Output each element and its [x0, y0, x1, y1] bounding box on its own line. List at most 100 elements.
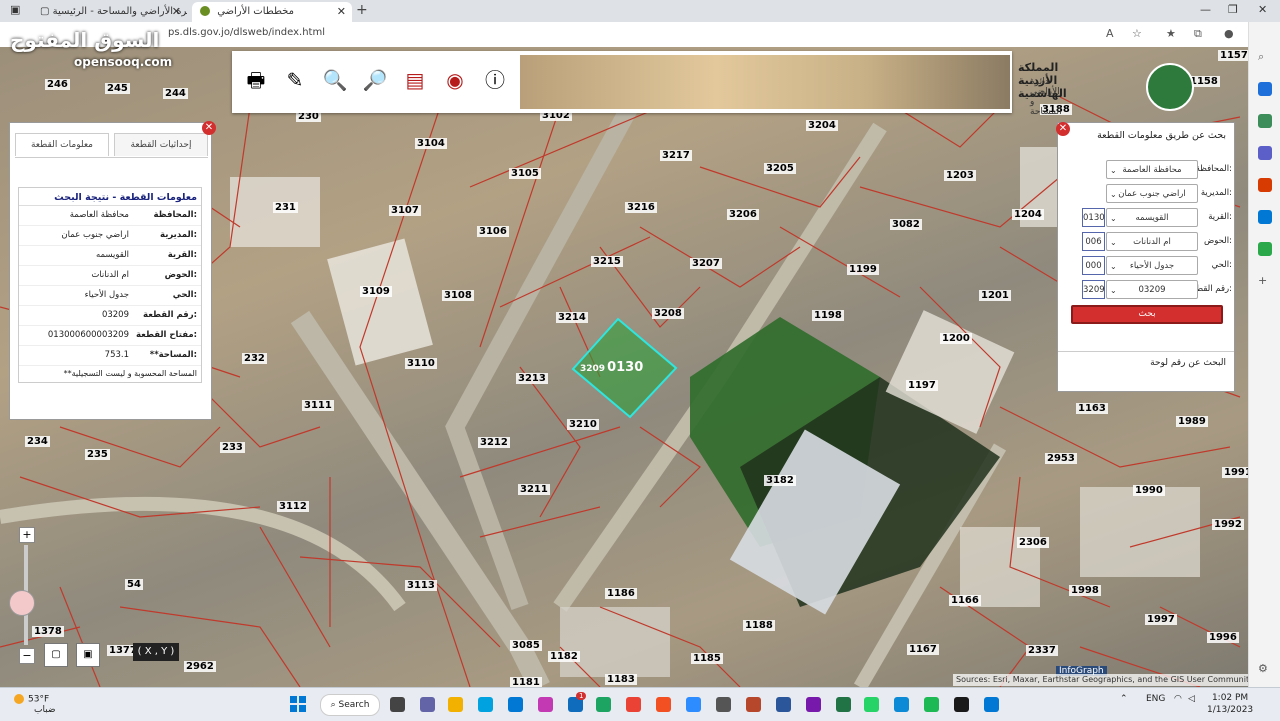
chevron-down-icon: ⌄: [1110, 166, 1117, 175]
panel-tabs: معلومات القطعة إحداثيات القطعة: [15, 133, 208, 158]
directorate-select[interactable]: ⌄ اراضي جنوب عمان: [1106, 184, 1198, 203]
weather-widget[interactable]: 53°F ضباب: [14, 694, 56, 715]
games-icon[interactable]: [1258, 146, 1272, 160]
plot-number: 1204: [1012, 209, 1044, 220]
select-value: جدول الأحياء: [1129, 261, 1175, 271]
office-icon[interactable]: [1258, 178, 1272, 192]
tab-dls-home[interactable]: ▢ دائرة الأراضي والمساحة - الرئيسية ✕: [32, 2, 187, 22]
print-icon[interactable]: 🖶: [241, 65, 271, 95]
tools-icon[interactable]: [1258, 114, 1272, 128]
whatsapp-icon[interactable]: [864, 697, 879, 712]
area-note: **المساحة المحسوبة و ليست التسجيلية: [63, 369, 197, 378]
skype-icon[interactable]: [478, 697, 493, 712]
close-left-panel-button[interactable]: ✕: [202, 121, 216, 135]
profile-avatar[interactable]: ●: [1224, 27, 1234, 40]
zoom-slider-handle[interactable]: [9, 590, 35, 616]
task-view-icon[interactable]: [390, 697, 405, 712]
search-button[interactable]: بحث: [1071, 305, 1223, 324]
tab-parcel-coordinates[interactable]: إحداثيات القطعة: [114, 133, 208, 156]
powerpoint-icon[interactable]: [746, 697, 761, 712]
selected-village-code: 0130: [607, 360, 644, 375]
volume-icon[interactable]: ◁: [1188, 694, 1195, 704]
zoom-out-button[interactable]: −: [19, 648, 35, 664]
wifi-icon[interactable]: ◠: [1174, 694, 1182, 704]
minimize-icon[interactable]: —: [1200, 3, 1211, 16]
select-value: اراضي جنوب عمان: [1118, 189, 1186, 199]
search-icon[interactable]: ⌕: [1258, 50, 1272, 64]
read-aloud-icon[interactable]: A: [1106, 27, 1114, 40]
neighborhood-select[interactable]: ⌄ جدول الأحياء: [1106, 256, 1198, 275]
settings-gear-icon[interactable]: ⚙: [1258, 662, 1272, 676]
neighborhood-code-input[interactable]: 000: [1082, 256, 1105, 275]
excel-icon[interactable]: [836, 697, 851, 712]
location-pin-icon[interactable]: ◉: [440, 65, 470, 95]
draw-icon[interactable]: ✎: [280, 65, 310, 95]
add-icon[interactable]: +: [1258, 274, 1272, 288]
map-attribution: Sources: Esri, Maxar, Earthstar Geograph…: [953, 674, 1248, 686]
system-clock[interactable]: 1:02 PM 1/13/2023: [1207, 692, 1253, 716]
page-icon: ▢: [40, 6, 50, 17]
village-code-input[interactable]: 0130: [1082, 208, 1105, 227]
chevron-up-icon[interactable]: ⌃: [1120, 694, 1128, 704]
plot-number: 1185: [691, 653, 723, 664]
weather-temp: 53°F: [28, 694, 50, 705]
building: [560, 607, 670, 677]
info-icon[interactable]: ⓘ: [480, 65, 510, 95]
close-tab-icon[interactable]: ✕: [337, 2, 346, 22]
start-button[interactable]: [290, 696, 306, 712]
sidebar-toggle-icon[interactable]: ▣: [10, 3, 20, 16]
plot-number: 3104: [415, 138, 447, 149]
collections-icon[interactable]: ⧉: [1194, 27, 1202, 41]
plot-number: 1186: [605, 588, 637, 599]
search-by-plate-link[interactable]: البحث عن رقم لوحة: [1058, 351, 1234, 373]
close-right-panel-button[interactable]: ✕: [1056, 122, 1070, 136]
close-tab-icon[interactable]: ✕: [172, 2, 181, 22]
plot-number: 1198: [812, 310, 844, 321]
app-blue-icon[interactable]: [984, 697, 999, 712]
chrome-icon[interactable]: [596, 697, 611, 712]
zoom-in-button[interactable]: +: [19, 527, 35, 543]
url-field[interactable]: ps.dls.gov.jo/dlsweb/index.html: [168, 27, 325, 38]
office-app-icon[interactable]: [656, 697, 671, 712]
zoom-search-icon[interactable]: 🔍: [320, 65, 350, 95]
search-red-icon[interactable]: 🔎: [360, 65, 390, 95]
zoom-app-icon[interactable]: [686, 697, 701, 712]
field-neighborhood: الحي: ⌄ جدول الأحياء 000: [1058, 256, 1236, 276]
onenote-icon[interactable]: [806, 697, 821, 712]
village-select[interactable]: ⌄ القويسمه: [1106, 208, 1198, 227]
plot-number: 1199: [847, 264, 879, 275]
shopping-tag-icon[interactable]: [1258, 82, 1272, 96]
taskbar-search[interactable]: ⌕ Search: [320, 694, 380, 716]
favorite-star-icon[interactable]: ☆: [1132, 27, 1142, 40]
app-green-icon[interactable]: [924, 697, 939, 712]
teams-icon[interactable]: [420, 697, 435, 712]
close-window-icon[interactable]: ✕: [1258, 3, 1267, 16]
app-icon-red[interactable]: [626, 697, 641, 712]
language-indicator[interactable]: ENG: [1146, 694, 1165, 704]
new-tab-icon[interactable]: +: [356, 2, 368, 18]
layers-button[interactable]: ▣: [76, 643, 100, 667]
terminal-icon[interactable]: [954, 697, 969, 712]
restore-icon[interactable]: ❐: [1228, 3, 1238, 16]
word-icon[interactable]: [776, 697, 791, 712]
basin-select[interactable]: ⌄ ام الدنانات: [1106, 232, 1198, 251]
parcel-number-select[interactable]: ⌄ 03209: [1106, 280, 1198, 299]
edge-icon[interactable]: [894, 697, 909, 712]
parcel-code-input[interactable]: 3209: [1082, 280, 1105, 299]
plot-number: 3108: [442, 290, 474, 301]
outlook-icon[interactable]: [1258, 210, 1272, 224]
basemap-toggle-button[interactable]: ▢: [44, 643, 68, 667]
drop-icon[interactable]: [1258, 242, 1272, 256]
app-icon[interactable]: [538, 697, 553, 712]
tab-parcel-info[interactable]: معلومات القطعة: [15, 133, 109, 156]
report-icon[interactable]: ▤: [400, 65, 430, 95]
favorites-icon[interactable]: ★: [1166, 27, 1176, 40]
mail-app-icon[interactable]: [716, 697, 731, 712]
tab-land-plans[interactable]: مخططات الأراضي ✕: [192, 2, 352, 22]
file-explorer-icon[interactable]: [448, 697, 463, 712]
basin-code-input[interactable]: 006: [1082, 232, 1105, 251]
banner-skyline-image: المملكة الأردنية الهاشمية دائرة الأراضي …: [520, 55, 1194, 117]
row-value: 753.1: [104, 350, 129, 360]
store-icon[interactable]: [508, 697, 523, 712]
governorate-select[interactable]: ⌄ محافظة العاصمة: [1106, 160, 1198, 179]
